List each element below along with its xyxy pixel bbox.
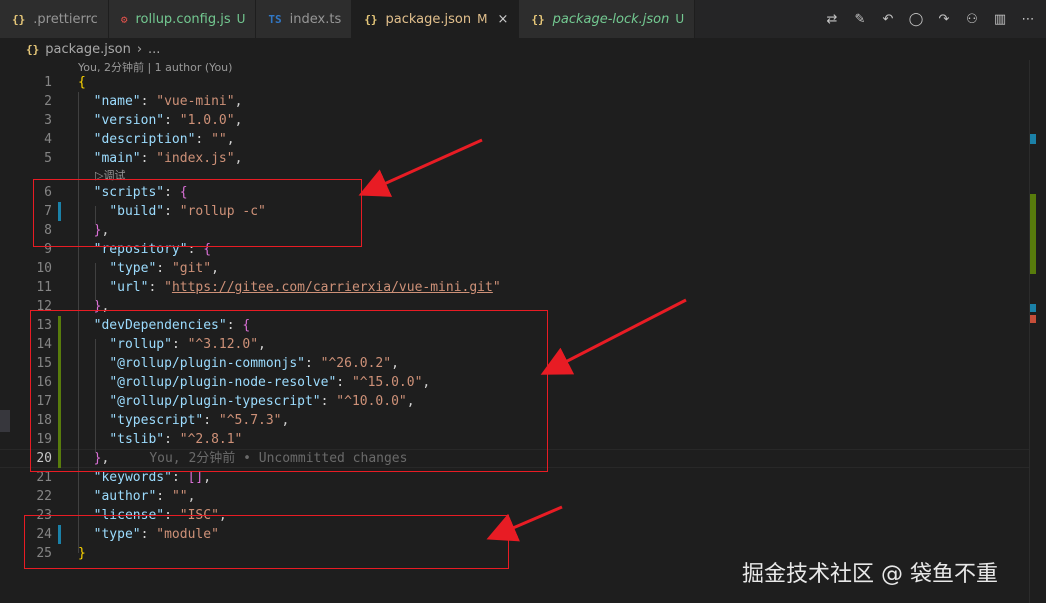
annotation-arrow [358, 138, 483, 197]
scroll-marker-modified [1030, 134, 1036, 144]
annotation-arrow [540, 298, 687, 375]
scroll-marker-added [1030, 194, 1036, 274]
annotation-arrows [358, 138, 687, 542]
annotation-arrow [486, 505, 563, 542]
scroll-marker-modified [1030, 304, 1036, 312]
scroll-marker-error [1030, 315, 1036, 323]
watermark-text: 掘金技术社区 @ 袋鱼不重 [742, 562, 998, 587]
editor-scrollbar[interactable] [1029, 60, 1046, 603]
